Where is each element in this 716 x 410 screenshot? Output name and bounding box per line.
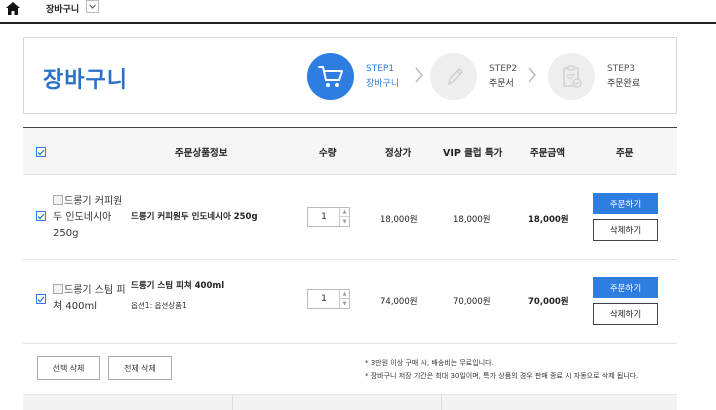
summary-divider [441, 395, 442, 410]
product-thumbnail[interactable]: 드롱기 커피원두 인도네시아 250g [53, 194, 127, 242]
check-icon [37, 296, 45, 302]
chevron-down-icon [89, 4, 96, 9]
note-storage-period: * 장바구니 저장 기간은 최대 30일이며, 특가 상품의 경우 판매 종료 … [365, 372, 639, 380]
column-header-order-amount: 주문금액 [530, 148, 565, 159]
quantity-stepper[interactable]: 1 ▲ ▼ [307, 207, 350, 227]
vip-price: 18,000원 [453, 215, 491, 225]
delete-button[interactable]: 삭제하기 [593, 219, 658, 241]
summary-divider [232, 395, 233, 410]
step2-circle [430, 53, 477, 100]
quantity-value[interactable]: 1 [308, 208, 340, 226]
pencil-icon [447, 67, 463, 85]
regular-price: 18,000원 [380, 215, 418, 225]
step3-text: STEP3 주문완료 [607, 62, 640, 92]
vip-price: 70,000원 [453, 297, 491, 307]
cart-header-panel: 장바구니 STEP1 장바구니 STEP2 주문서 STEP3 주문완료 [23, 37, 677, 114]
quantity-value[interactable]: 1 [308, 290, 340, 308]
quantity-spinner: ▲ ▼ [339, 208, 349, 226]
cart-notes: * 3만원 이상 구매 시, 배송비는 무료입니다. * 장바구니 저장 기간은… [365, 357, 638, 383]
summary-strip [23, 394, 677, 410]
quantity-increase-button[interactable]: ▲ [340, 290, 349, 299]
delete-selected-button[interactable]: 선택 삭제 [37, 356, 100, 380]
delete-button[interactable]: 삭제하기 [593, 303, 658, 325]
chevron-right-icon [528, 67, 536, 83]
row-checkbox[interactable] [36, 294, 46, 304]
broken-image-icon [53, 195, 63, 205]
quantity-decrease-button[interactable]: ▼ [340, 299, 349, 308]
quantity-spinner: ▲ ▼ [339, 290, 349, 308]
order-amount: 18,000원 [528, 215, 569, 225]
step3-circle [548, 53, 595, 100]
column-header-vip-price: VIP 클럽 특가 [443, 148, 503, 159]
order-button[interactable]: 주문하기 [593, 193, 658, 214]
step2-number: STEP2 [489, 64, 518, 74]
breadcrumb-bar: 장바구니 [0, 0, 716, 24]
step1-label: 장바구니 [366, 79, 400, 89]
page-title: 장바구니 [43, 68, 128, 93]
table-header: 주문상품정보 수량 정상가 VIP 클럽 특가 주문금액 주문 [23, 127, 677, 175]
breadcrumb-current: 장바구니 [46, 5, 80, 15]
step1-number: STEP1 [366, 64, 395, 74]
check-icon [37, 213, 45, 219]
column-header-order: 주문 [616, 148, 634, 159]
step2-label: 주문서 [489, 79, 514, 89]
step1-text: STEP1 장바구니 [366, 62, 399, 92]
column-header-regular-price: 정상가 [385, 148, 412, 159]
product-thumbnail-alt: 드롱기 커피원두 인도네시아 250g [53, 196, 123, 239]
table-row: 드롱기 스팀 피쳐 400ml 드롱기 스팀 피쳐 400ml 옵션1: 옵션상… [23, 260, 677, 344]
breadcrumb-dropdown-button[interactable] [86, 0, 99, 13]
quantity-stepper[interactable]: 1 ▲ ▼ [307, 289, 350, 309]
product-name[interactable]: 드롱기 커피원두 인도네시아 250g [131, 210, 258, 222]
row-checkbox[interactable] [36, 211, 46, 221]
regular-price: 74,000원 [380, 297, 418, 307]
product-thumbnail[interactable]: 드롱기 스팀 피쳐 400ml [53, 283, 127, 315]
order-amount: 70,000원 [528, 297, 569, 307]
step3-number: STEP3 [607, 64, 636, 74]
check-icon [37, 149, 45, 155]
product-option: 옵션1: 옵션상품1 [131, 301, 187, 310]
column-header-quantity: 수량 [319, 148, 337, 159]
delete-all-button[interactable]: 전체 삭제 [108, 356, 172, 380]
product-name[interactable]: 드롱기 스팀 피쳐 400ml [131, 279, 224, 291]
product-thumbnail-alt: 드롱기 스팀 피쳐 400ml [53, 285, 126, 312]
broken-image-icon [53, 284, 63, 294]
chevron-right-icon [415, 67, 423, 83]
table-row: 드롱기 커피원두 인도네시아 250g 드롱기 커피원두 인도네시아 250g … [23, 175, 677, 260]
step3-label: 주문완료 [607, 79, 641, 89]
clipboard-check-icon [562, 64, 582, 88]
home-icon[interactable] [6, 2, 20, 15]
quantity-decrease-button[interactable]: ▼ [340, 217, 349, 226]
quantity-increase-button[interactable]: ▲ [340, 208, 349, 217]
select-all-checkbox[interactable] [36, 147, 46, 157]
note-free-shipping: * 3만원 이상 구매 시, 배송비는 무료입니다. [365, 359, 494, 367]
step1-circle [307, 53, 354, 100]
order-button[interactable]: 주문하기 [593, 277, 658, 298]
column-header-product: 주문상품정보 [175, 148, 228, 159]
step2-text: STEP2 주문서 [489, 62, 517, 92]
cart-icon [317, 65, 343, 87]
